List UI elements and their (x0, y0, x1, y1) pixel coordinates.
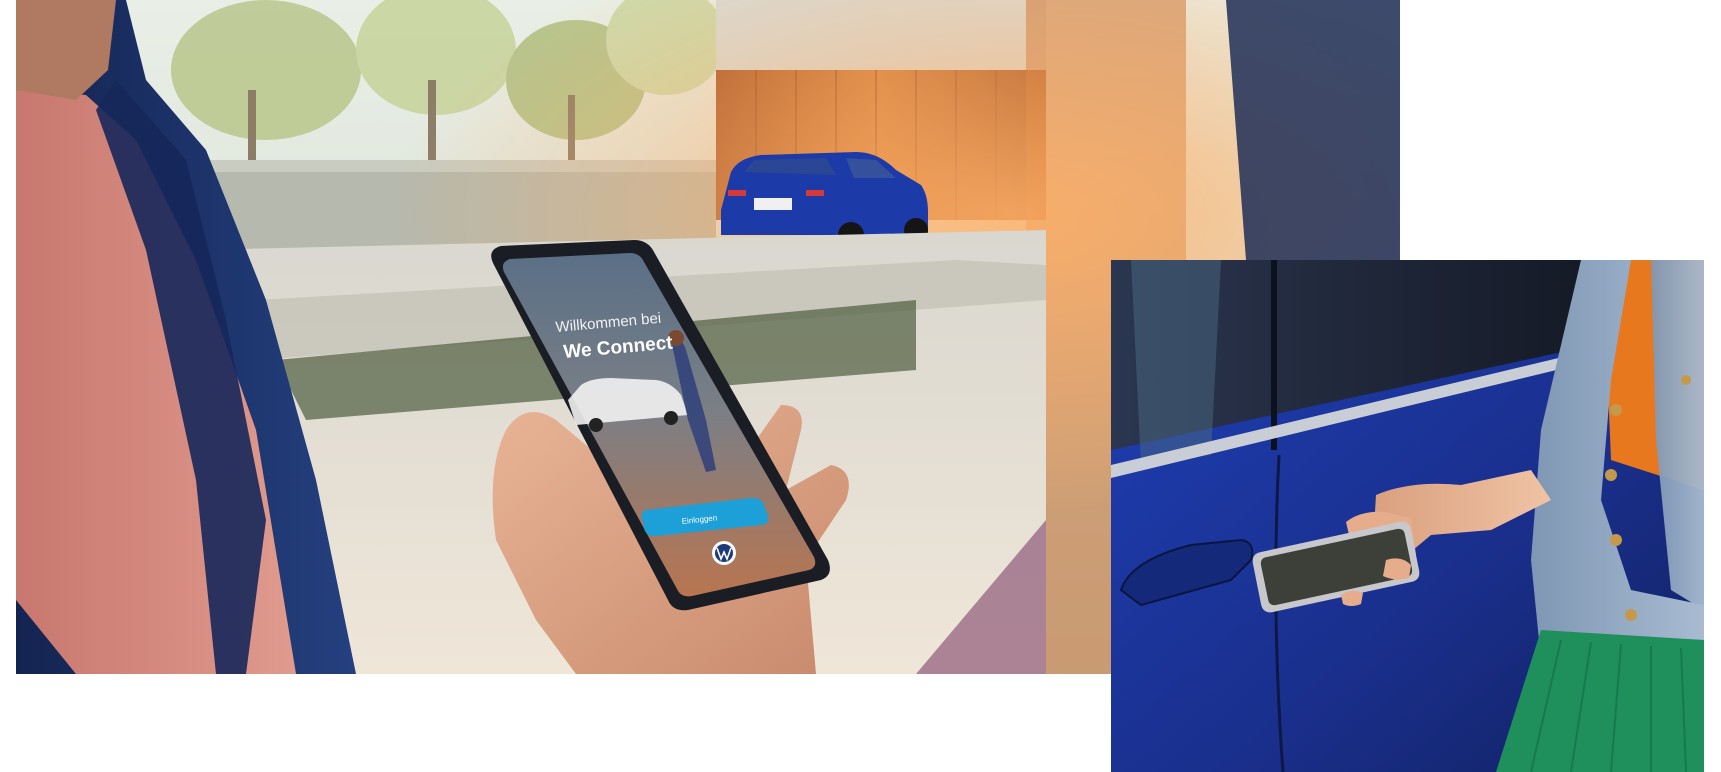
window-reflection (1131, 260, 1221, 465)
photo-woman-unlocking-car-scene (1111, 260, 1704, 772)
photo-woman-unlocking-car (1111, 260, 1704, 772)
dark-figure-edge (1226, 0, 1400, 260)
